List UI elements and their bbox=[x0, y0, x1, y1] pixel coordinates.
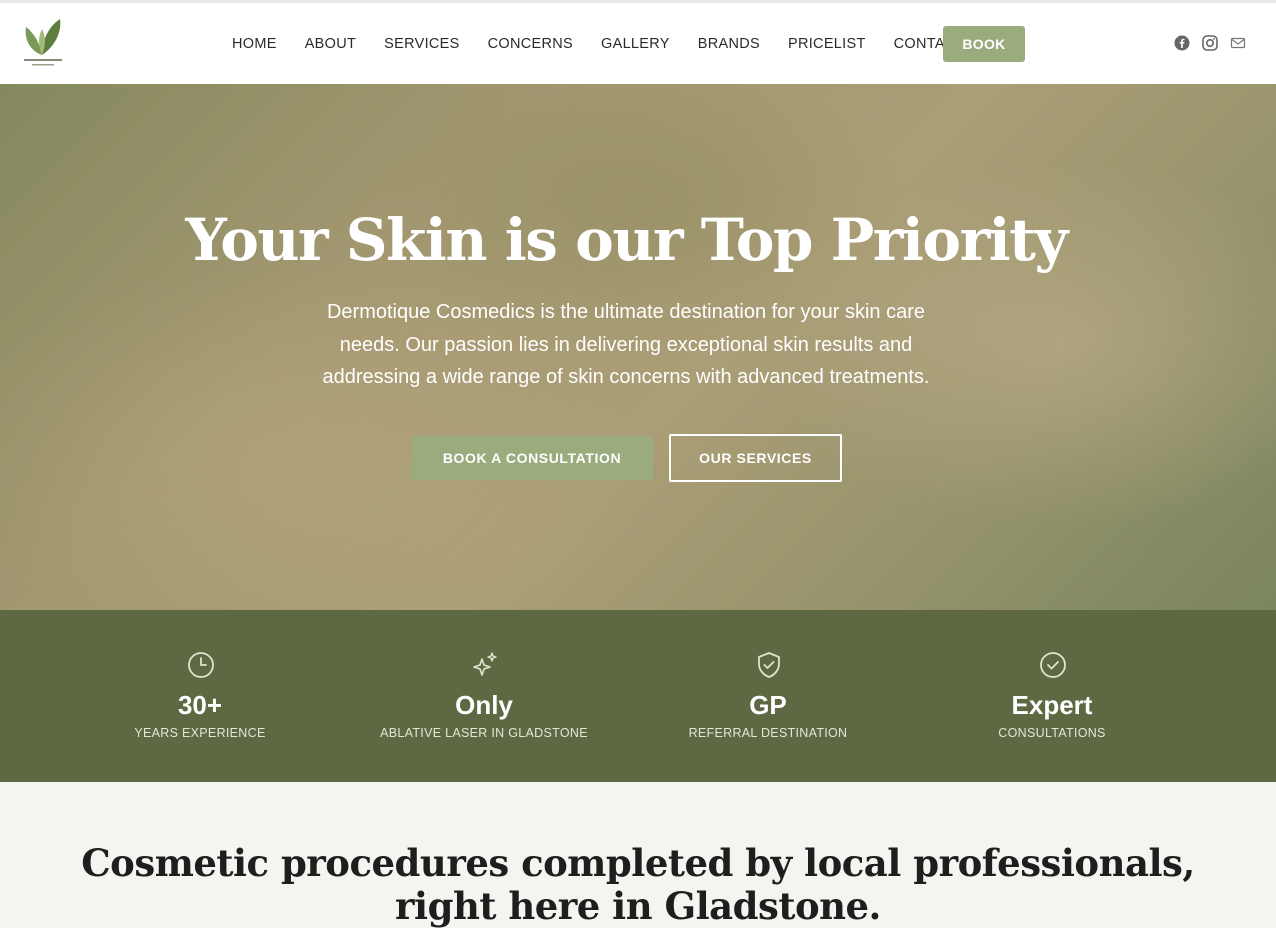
nav-concerns[interactable]: CONCERNS bbox=[488, 36, 573, 52]
nav-gallery[interactable]: GALLERY bbox=[601, 36, 670, 52]
shield-check-icon bbox=[755, 651, 783, 679]
nav-brands[interactable]: BRANDS bbox=[698, 36, 760, 52]
nav-home[interactable]: HOME bbox=[232, 36, 277, 52]
clock-icon bbox=[187, 651, 215, 679]
stat-label: CONSULTATIONS bbox=[998, 726, 1106, 740]
section-title: Cosmetic procedures completed by local p… bbox=[81, 841, 1195, 928]
nav-about[interactable]: ABOUT bbox=[305, 36, 356, 52]
social-links bbox=[1174, 35, 1246, 51]
stat-value: 30+ bbox=[177, 690, 223, 720]
book-button[interactable]: BOOK bbox=[943, 26, 1025, 62]
hero-section: Your Skin is our Top Priority Dermotique… bbox=[0, 84, 1276, 610]
stat-label: REFERRAL DESTINATION bbox=[688, 726, 848, 740]
check-circle-icon bbox=[1039, 651, 1067, 679]
main-nav: HOME ABOUT SERVICES CONCERNS GALLERY BRA… bbox=[232, 3, 993, 84]
sparkles-icon bbox=[471, 651, 499, 679]
dermotique-logo[interactable] bbox=[20, 15, 66, 71]
site-header: HOME ABOUT SERVICES CONCERNS GALLERY BRA… bbox=[0, 3, 1276, 84]
nav-services[interactable]: SERVICES bbox=[384, 36, 459, 52]
our-services-button[interactable]: OUR SERVICES bbox=[669, 434, 842, 482]
stat-label: YEARS EXPERIENCE bbox=[134, 726, 266, 740]
stat-label: ABLATIVE LASER IN GLADSTONE bbox=[380, 726, 588, 740]
nav-pricelist[interactable]: PRICELIST bbox=[788, 36, 866, 52]
stat-value: GP bbox=[749, 690, 787, 720]
instagram-icon[interactable] bbox=[1202, 35, 1218, 51]
hero-title: Your Skin is our Top Priority bbox=[185, 206, 1068, 274]
stats-band: 30+ YEARS EXPERIENCE Only ABLATIVE LASER… bbox=[0, 610, 1276, 782]
stat-value: Only bbox=[455, 690, 513, 720]
email-icon[interactable] bbox=[1230, 35, 1246, 51]
stat-value: Expert bbox=[1011, 690, 1093, 720]
hero-text: Dermotique Cosmedics is the ultimate des… bbox=[322, 301, 930, 388]
facebook-icon[interactable] bbox=[1174, 35, 1190, 51]
book-consultation-button[interactable]: BOOK A CONSULTATION bbox=[411, 436, 653, 480]
